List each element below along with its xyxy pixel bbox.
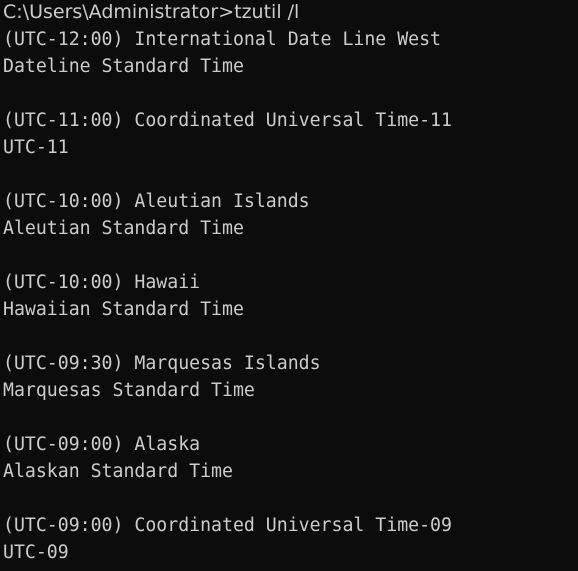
- output-line: (UTC-09:00) Coordinated Universal Time-0…: [3, 515, 452, 536]
- output-line: (UTC-10:00) Aleutian Islands: [3, 191, 310, 212]
- output-line: [3, 324, 452, 351]
- output-line: Dateline Standard Time: [3, 56, 244, 77]
- output-line: Aleutian Standard Time: [3, 218, 244, 239]
- output-line: [3, 162, 452, 189]
- output-line: [3, 486, 452, 513]
- output-line: [3, 405, 452, 432]
- command-text: tzutil /l: [234, 1, 300, 23]
- output-line: UTC-11: [3, 137, 69, 158]
- output-line: (UTC-09:30) Marquesas Islands: [3, 353, 321, 374]
- console-window[interactable]: C:\Users\Administrator>tzutil /l (UTC-12…: [0, 0, 578, 571]
- output-line: (UTC-09:00) Alaska: [3, 434, 201, 455]
- output-line: (UTC-12:00) International Date Line West: [3, 29, 441, 50]
- output-line: Marquesas Standard Time: [3, 380, 255, 401]
- command-line[interactable]: C:\Users\Administrator>tzutil /l: [3, 0, 452, 27]
- output-line: Hawaiian Standard Time: [3, 299, 244, 320]
- output-line: (UTC-11:00) Coordinated Universal Time-1…: [3, 110, 452, 131]
- output-line: UTC-09: [3, 542, 69, 563]
- output-line: [3, 243, 452, 270]
- output-line: (UTC-10:00) Hawaii: [3, 272, 201, 293]
- output-line: [3, 81, 452, 108]
- console-output: C:\Users\Administrator>tzutil /l (UTC-12…: [3, 0, 452, 567]
- prompt-path: C:\Users\Administrator>: [3, 1, 235, 23]
- output-line: Alaskan Standard Time: [3, 461, 233, 482]
